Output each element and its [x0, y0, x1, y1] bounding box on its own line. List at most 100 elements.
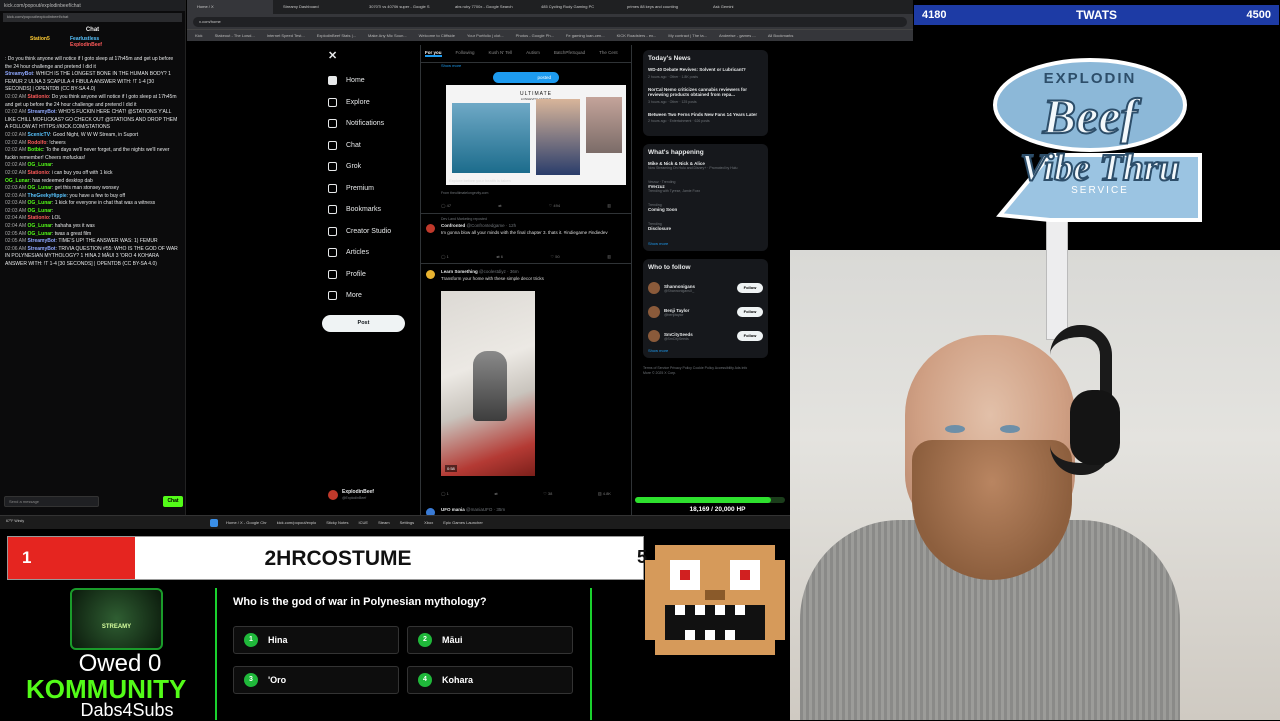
bookmark[interactable]: Internet Speed Test...: [267, 33, 305, 38]
chat-username[interactable]: Rodolfo: [28, 140, 47, 146]
x-logo-icon[interactable]: ✕: [328, 49, 415, 62]
taskbar-app[interactable]: Epic Games Launcher: [443, 520, 483, 525]
like-icon[interactable]: ♡ 38: [543, 491, 552, 496]
chat-username[interactable]: Stationio: [28, 215, 49, 221]
like-icon[interactable]: ♡ 50: [551, 254, 560, 259]
chat-username[interactable]: StreamyBot: [5, 71, 33, 77]
avatar[interactable]: [426, 508, 435, 515]
chat-username[interactable]: OG_Lunar: [28, 162, 52, 168]
chat-username[interactable]: StreamyBot: [28, 109, 56, 115]
feed-tab[interactable]: BatchPfeSquad: [554, 50, 585, 57]
nav-item-home[interactable]: Home: [320, 70, 415, 92]
news-item[interactable]: NorCal Nemo criticizes cannabis reviewer…: [648, 87, 763, 104]
bookmark[interactable]: ExplodinBeef Stats |...: [317, 33, 356, 38]
show-more-link[interactable]: Show more: [441, 63, 461, 68]
chat-username[interactable]: Stationio: [28, 94, 49, 100]
repost-icon[interactable]: ⇄: [498, 203, 501, 208]
account-switcher[interactable]: ExplodinBeef @ExplodinBeef: [328, 489, 374, 500]
reply-icon[interactable]: ◯ 1: [441, 254, 449, 259]
follow-button[interactable]: Follow: [737, 307, 763, 317]
taskbar-app[interactable]: Xbox: [424, 520, 433, 525]
taskbar-app[interactable]: Steam: [378, 520, 390, 525]
feed-tab[interactable]: Kush N' Tell: [489, 50, 513, 57]
nav-item-premium[interactable]: Premium: [320, 178, 415, 200]
repost-icon[interactable]: ⇄ 6: [496, 254, 503, 259]
trend-item[interactable]: Trending Disclosure: [648, 222, 763, 231]
nav-item-more[interactable]: More: [320, 285, 415, 307]
browser-tab[interactable]: abs ruby 7700x - Google Search: [445, 0, 531, 14]
trend-item[interactable]: Trending Coming Soon: [648, 203, 763, 212]
avatar[interactable]: [426, 224, 435, 233]
chat-username[interactable]: ScenicTV: [28, 132, 51, 138]
taskbar-app[interactable]: Home / X - Google Chr: [226, 520, 267, 525]
bookmark[interactable]: Kick: [195, 33, 203, 38]
chat-username[interactable]: OG_Lunar: [28, 185, 52, 191]
trend-item[interactable]: Verzuz · Trending #Verzuz Trending with Ty…: [648, 180, 763, 193]
follow-button[interactable]: Follow: [737, 283, 763, 293]
bookmark[interactable]: My contract | The ta...: [668, 33, 707, 38]
chat-username[interactable]: OG_Lunar: [28, 231, 52, 237]
nav-item-notifications[interactable]: Notifications: [320, 113, 415, 135]
feed-tab[interactable]: The Cent: [599, 50, 618, 57]
chat-username[interactable]: OG_Lunar: [5, 178, 29, 184]
footer-links[interactable]: Terms of Service Privacy Policy Cookie P…: [643, 366, 753, 376]
bookmark[interactable]: Fe gaming loan-cen...: [566, 33, 605, 38]
posted-pill[interactable]: posted: [493, 72, 559, 83]
nav-item-articles[interactable]: Articles: [320, 242, 415, 264]
chat-username[interactable]: StreamyBot: [28, 238, 56, 244]
like-icon[interactable]: ♡ 494: [549, 203, 560, 208]
repost-icon[interactable]: ⇄: [494, 491, 497, 496]
nav-item-explore[interactable]: Explore: [320, 92, 415, 114]
chat-url[interactable]: kick.com/popout/explodinbeef/chat: [3, 13, 182, 22]
taskbar-app[interactable]: Settings: [400, 520, 414, 525]
browser-tab[interactable]: Ask Gemini: [703, 0, 789, 14]
ad-source[interactable]: From theultimatelongevity.com: [441, 191, 488, 195]
follow-name[interactable]: SmCitySeeds @SmCitySeeds: [664, 332, 733, 341]
feed-tab[interactable]: For you: [425, 50, 442, 57]
follow-button[interactable]: Follow: [737, 331, 763, 341]
nav-item-grok[interactable]: Grok: [320, 156, 415, 178]
views-icon[interactable]: ▥ 4.8K: [598, 491, 611, 496]
browser-tab[interactable]: Streamy Dashboard: [273, 0, 359, 14]
follow-suggestion[interactable]: Benji Taylor @benjitaylor Follow: [648, 300, 763, 324]
browser-tab[interactable]: 485 Cycling Rudy Gaming PC: [531, 0, 617, 14]
avatar[interactable]: [648, 330, 660, 342]
news-item[interactable]: Between Two Ferns Finds New Fans 14 Year…: [648, 112, 763, 124]
reply-icon[interactable]: ◯ 1: [441, 491, 449, 496]
follow-suggestion[interactable]: Shannonigans @ShannonigansX_ Follow: [648, 276, 763, 300]
bookmark[interactable]: Photos - Google Ph...: [516, 33, 554, 38]
tweet-author[interactable]: UFO mania @maniaUFO · 35m: [441, 507, 505, 512]
follow-suggestion[interactable]: SmCitySeeds @SmCitySeeds Follow: [648, 324, 763, 348]
chat-input[interactable]: Send a message: [4, 496, 99, 507]
chat-username[interactable]: OG_Lunar: [28, 200, 52, 206]
tweet-video[interactable]: 0:58: [441, 291, 535, 476]
bookmark[interactable]: Make Any Mic Soun...: [368, 33, 407, 38]
chat-username[interactable]: Botbic: [28, 147, 44, 153]
taskbar-app[interactable]: Sticky Notes: [326, 520, 348, 525]
nav-item-chat[interactable]: Chat: [320, 135, 415, 157]
taskbar-app[interactable]: ICUE: [359, 520, 369, 525]
chat-username[interactable]: OG_Lunar: [28, 208, 52, 214]
chat-username[interactable]: OG_Lunar: [28, 223, 52, 229]
tweet-author[interactable]: Learn Something @coolestdiyz · 36m: [441, 269, 519, 274]
chat-username[interactable]: StreamyBot: [28, 246, 56, 252]
avatar[interactable]: [648, 282, 660, 294]
chat-username[interactable]: Stationio: [28, 170, 49, 176]
bookmark[interactable]: Your Portfolio | clot...: [467, 33, 504, 38]
news-item[interactable]: WD-40 Debate Revives: Solvent or Lubrica…: [648, 67, 763, 79]
bookmark[interactable]: Andeeise - games -..: [719, 33, 756, 38]
bookmark[interactable]: Welcome to Cliffside: [419, 33, 455, 38]
browser-tab[interactable]: Home / X: [187, 0, 273, 14]
chat-username[interactable]: TheGeekyHippie: [28, 193, 67, 199]
feed-tab[interactable]: Following: [456, 50, 475, 57]
chat-send-button[interactable]: Chat: [163, 496, 183, 507]
follow-name[interactable]: Benji Taylor @benjitaylor: [664, 308, 733, 317]
bookmark[interactable]: All Bookmarks: [768, 33, 794, 38]
nav-item-profile[interactable]: Profile: [320, 264, 415, 286]
avatar[interactable]: [426, 270, 435, 279]
browser-tab[interactable]: 3070Ti vs 4070ti super - Google S: [359, 0, 445, 14]
taskbar-app[interactable]: kick.com/popout/explo: [277, 520, 317, 525]
show-more-link[interactable]: Show more: [648, 348, 763, 353]
nav-item-creator-studio[interactable]: Creator Studio: [320, 221, 415, 243]
address-bar[interactable]: x.com/home: [193, 16, 907, 27]
